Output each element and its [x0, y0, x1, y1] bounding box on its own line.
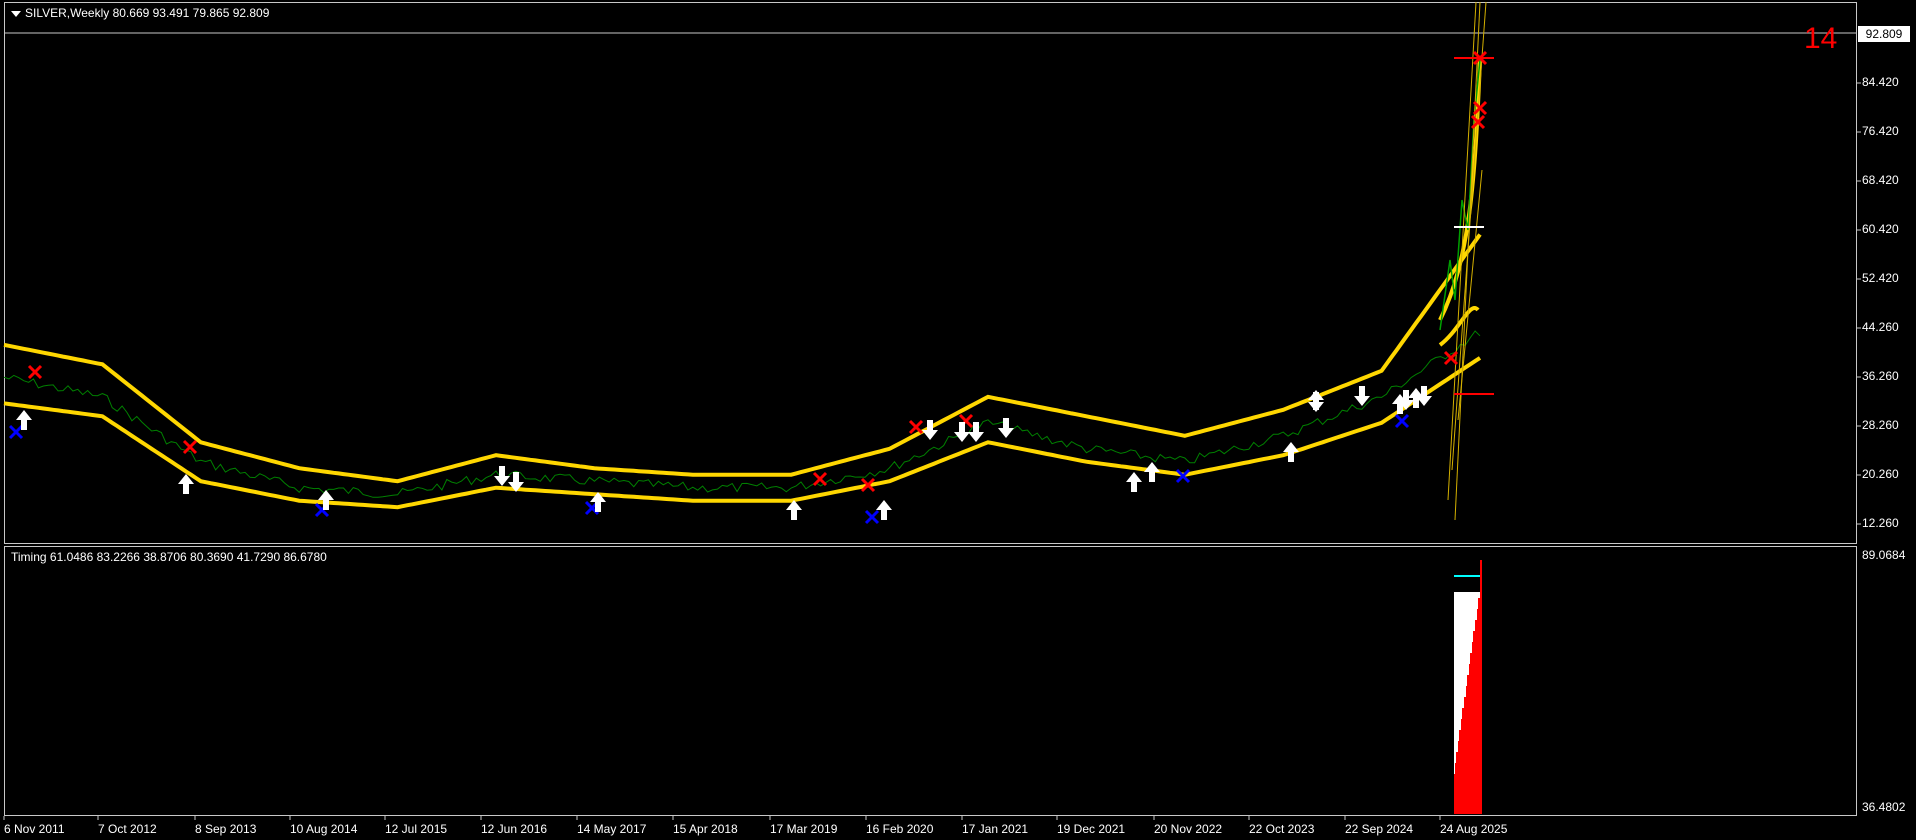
sell-signal-icon: [27, 364, 43, 380]
timing-bar: [1480, 560, 1482, 814]
timing-bar: [1462, 708, 1463, 814]
down-arrow-icon: [954, 422, 970, 442]
price-tick-label: 28.260: [1862, 418, 1899, 432]
timing-bar: [1469, 664, 1470, 814]
buy-signal-icon: [8, 424, 24, 440]
indicator-scale-label: 89.0684: [1862, 548, 1906, 562]
up-arrow-icon: [1144, 462, 1160, 482]
timing-bar: [1471, 653, 1472, 814]
up-arrow-icon: [786, 500, 802, 520]
time-tick-label: 7 Oct 2012: [98, 822, 157, 836]
sell-signal-icon: [812, 471, 828, 487]
down-arrow-icon: [998, 418, 1014, 438]
time-tick-label: 22 Oct 2023: [1249, 822, 1315, 836]
timing-bar: [1461, 719, 1462, 814]
timing-bar: [1460, 730, 1461, 814]
price-tick-label: 68.420: [1862, 173, 1899, 187]
chart-window[interactable]: SILVER,Weekly 80.669 93.491 79.865 92.80…: [0, 0, 1916, 840]
timing-bar: [1479, 598, 1480, 814]
timing-bar: [1455, 763, 1456, 814]
timing-bar: [1458, 741, 1459, 814]
upper-band-line: [3, 233, 1482, 484]
price-tick-label: 36.260: [1862, 369, 1899, 383]
price-tick-label: 84.420: [1862, 75, 1899, 89]
corner-counter: 14: [1804, 22, 1838, 55]
down-arrow-icon: [494, 466, 510, 486]
time-tick-label: 22 Sep 2024: [1345, 822, 1414, 836]
time-tick-label: 6 Nov 2011: [4, 822, 65, 836]
price-tick-label: 44.260: [1862, 320, 1899, 334]
timing-bar: [1465, 697, 1466, 814]
time-tick-label: 10 Aug 2014: [290, 822, 358, 836]
lower-band-line: [3, 356, 1482, 510]
price-tick-label: 60.420: [1862, 222, 1899, 236]
timing-bar: [1468, 675, 1469, 814]
time-tick-label: 8 Sep 2013: [195, 822, 257, 836]
up-arrow-icon: [1126, 472, 1142, 492]
sell-signal-icon: [908, 419, 924, 435]
indicator-scale-label: 36.4802: [1862, 800, 1906, 814]
price-tick-label: 12.260: [1862, 516, 1899, 530]
time-tick-label: 12 Jun 2016: [481, 822, 548, 836]
buy-signal-icon: [864, 509, 880, 525]
time-tick-label: 20 Nov 2022: [1154, 822, 1223, 836]
time-tick-label: 12 Jul 2015: [385, 822, 448, 836]
timing-bar: [1454, 774, 1455, 814]
time-tick-label: 19 Dec 2021: [1057, 822, 1126, 836]
timing-bar: [1459, 730, 1460, 814]
lower-band-spike: [1438, 306, 1480, 347]
price-series-line: [3, 330, 1481, 498]
timing-bar: [1464, 697, 1465, 814]
buy-signal-icon: [1394, 413, 1410, 429]
up-arrow-icon: [16, 410, 32, 430]
current-price-label: 92.809: [1858, 26, 1910, 42]
timing-bar: [1467, 675, 1468, 814]
timing-bar: [1478, 598, 1479, 814]
time-tick-label: 16 Feb 2020: [866, 822, 934, 836]
timing-bar: [1473, 631, 1474, 814]
timing-bar: [1472, 642, 1473, 814]
regression-channel-line: [1447, 1, 1477, 501]
time-tick-label: 24 Aug 2025: [1440, 822, 1508, 836]
timing-bar: [1466, 686, 1467, 814]
up-arrow-icon: [876, 500, 892, 520]
price-tick-label: 52.420: [1862, 271, 1899, 285]
time-tick-label: 14 May 2017: [577, 822, 647, 836]
timing-bar: [1457, 752, 1458, 814]
timing-bar: [1463, 708, 1464, 814]
timing-bar: [1476, 620, 1477, 814]
timing-bar: [1477, 609, 1478, 814]
chart-plot-area: [3, 1, 1861, 820]
price-tick-label: 76.420: [1862, 124, 1899, 138]
time-tick-label: 17 Jan 2021: [962, 822, 1029, 836]
time-tick-label: 15 Apr 2018: [673, 822, 738, 836]
price-tick-label: 20.260: [1862, 467, 1899, 481]
timing-bar: [1474, 631, 1475, 814]
time-tick-label: 17 Mar 2019: [770, 822, 838, 836]
timing-bar: [1456, 752, 1457, 814]
timing-bar: [1470, 653, 1471, 814]
up-arrow-icon: [1283, 442, 1299, 462]
timing-bar: [1475, 620, 1476, 814]
